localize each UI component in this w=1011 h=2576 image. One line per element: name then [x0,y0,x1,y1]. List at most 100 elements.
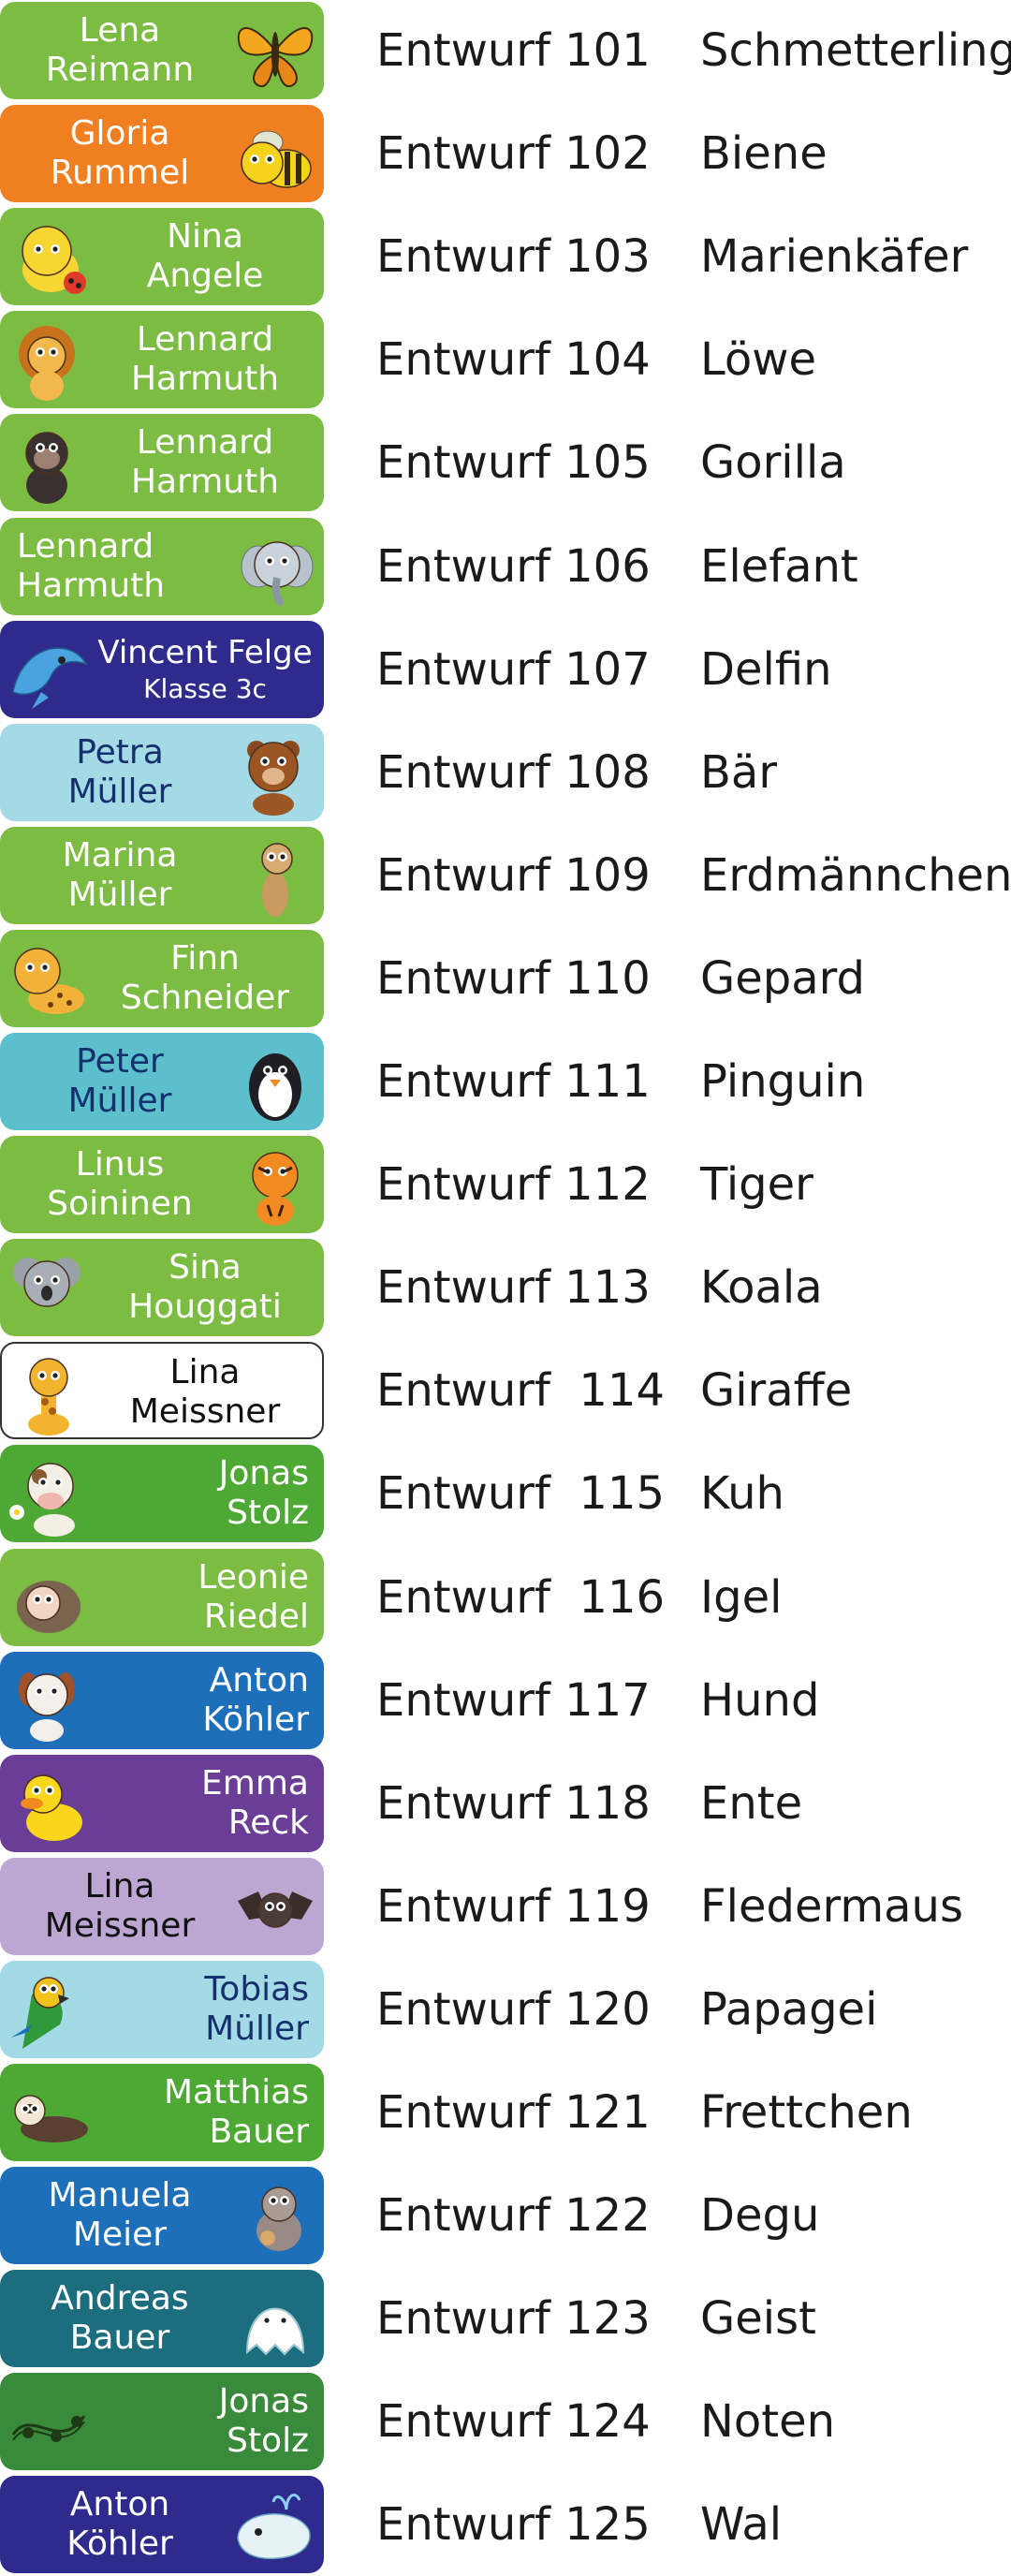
design-code: Entwurf 121 [376,2086,651,2139]
label-name-text: Nina Angele [101,215,309,298]
penguin-icon [230,1038,320,1125]
label-first-line: Linus [75,1145,165,1184]
label-name-text: Lennard Harmuth [101,421,309,504]
design-row: Gloria Rummel Entwurf 102 Biene [0,105,1011,202]
label-second-line: Riedel [203,1597,309,1636]
design-row: Jonas Stolz Entwurf 124 Noten [0,2373,1011,2470]
music-notes-icon [4,2378,94,2465]
name-label-preview: Manuela Meier [0,2167,324,2264]
name-label-preview: Nina Angele [0,208,324,305]
label-first-line: Leonie [198,1558,309,1597]
label-second-line: Harmuth [130,360,280,398]
name-label-preview: Lennard Harmuth [0,414,324,511]
label-second-line: Stolz [227,2421,309,2460]
tiger-icon [230,1141,320,1228]
design-row: Linus Soininen Entwurf 112 Tiger [0,1136,1011,1233]
label-second-line: Köhler [66,2524,173,2563]
design-row: Nina Angele Entwurf 103 Marienkäfer [0,208,1011,305]
label-first-line: Jonas [218,2382,309,2421]
design-row: Matthias Bauer Entwurf 121 Frettchen [0,2064,1011,2161]
label-second-line: Müller [205,2009,309,2048]
motif-name: Delfin [700,643,832,696]
name-label-preview: Gloria Rummel [0,105,324,202]
giraffe-icon [6,1349,95,1435]
design-code: Entwurf 112 [376,1158,651,1211]
name-label-preview: Tobias Müller [0,1961,324,2058]
label-second-line: Klasse 3c [143,673,267,704]
label-first-line: Lina [84,1867,155,1906]
design-row: Petra Müller Entwurf 108 Bär [0,724,1011,821]
meerkat-icon [230,832,320,919]
motif-name: Erdmännchen [700,849,1011,902]
label-second-line: Bauer [69,2318,170,2357]
name-label-preview: Andreas Bauer [0,2270,324,2367]
label-second-line: Bauer [209,2112,309,2151]
design-code: Entwurf 101 [376,24,651,77]
motif-name: Biene [700,127,828,180]
gorilla-icon [4,420,94,506]
name-label-preview: Lennard Harmuth [0,518,324,615]
bee-icon [230,110,320,197]
motif-name: Noten [700,2395,836,2448]
design-code: Entwurf 104 [376,333,651,386]
motif-name: Pinguin [700,1055,866,1108]
design-code: Entwurf 106 [376,540,651,593]
design-code: Entwurf 116 [376,1571,666,1624]
label-second-line: Houggati [128,1288,282,1326]
label-name-text: Anton Köhler [101,1659,309,1742]
elephant-icon [230,523,320,610]
design-code: Entwurf 111 [376,1055,651,1108]
label-first-line: Lennard [136,320,274,359]
label-name-text: Tobias Müller [101,1968,309,2051]
whale-icon [230,2481,320,2568]
design-row: Sina Houggati Entwurf 113 Koala [0,1239,1011,1336]
label-name-text: Emma Reck [101,1762,309,1845]
design-row: Jonas Stolz Entwurf 115 Kuh [0,1445,1011,1542]
label-name-text: Leonie Riedel [101,1556,309,1639]
motif-name: Fledermaus [700,1880,963,1933]
label-name-text: Andreas Bauer [17,2277,223,2360]
label-second-line: Harmuth [130,463,280,501]
label-first-line: Petra [76,733,164,772]
name-label-preview: Lena Reimann [0,2,324,99]
butterfly-icon [230,7,320,94]
motif-name: Tiger [700,1158,813,1211]
label-first-line: Andreas [51,2279,189,2318]
label-second-line: Schneider [120,979,290,1017]
cow-icon [4,1450,94,1537]
design-code: Entwurf 107 [376,643,651,696]
label-first-line: Jonas [218,1454,309,1493]
motif-name: Degu [700,2189,820,2242]
design-row: Lennard Harmuth Entwurf 106 Elefant [0,518,1011,615]
name-label-preview: Linus Soininen [0,1136,324,1233]
design-row: Emma Reck Entwurf 118 Ente [0,1755,1011,1852]
label-second-line: Harmuth [17,567,166,605]
label-name-text: Lennard Harmuth [17,525,223,608]
design-row: Finn Schneider Entwurf 110 Gepard [0,930,1011,1027]
design-row: Anton Köhler Entwurf 117 Hund [0,1652,1011,1749]
label-name-text: Manuela Meier [17,2174,223,2257]
design-code: Entwurf 118 [376,1777,651,1830]
hedgehog-icon [4,1554,94,1641]
label-second-line: Köhler [202,1700,309,1739]
name-label-preview: Jonas Stolz [0,2373,324,2470]
label-first-line: Nina [167,217,243,256]
label-name-text: Linus Soininen [17,1143,223,1226]
motif-name: Wal [700,2498,783,2551]
design-row: Vincent Felge Klasse 3c Entwurf 107 Delfin [0,621,1011,718]
name-label-preview: Lina Meissner [0,1342,324,1439]
label-second-line: Müller [67,876,172,914]
label-second-line: Soininen [47,1185,193,1223]
bear-icon [230,729,320,816]
motif-name: Elefant [700,540,858,593]
design-code: Entwurf 108 [376,746,651,799]
design-code: Entwurf 114 [376,1364,666,1417]
design-row: Lena Reimann Entwurf 101 Schmetterling [0,2,1011,99]
label-first-line: Peter [76,1042,164,1081]
label-name-text: Lena Reimann [17,9,223,92]
dog-icon [4,1657,94,1744]
motif-name: Igel [700,1571,783,1624]
design-row: Anton Köhler Entwurf 125 Wal [0,2476,1011,2573]
motif-name: Kuh [700,1467,784,1520]
label-name-text: Lennard Harmuth [101,318,309,401]
